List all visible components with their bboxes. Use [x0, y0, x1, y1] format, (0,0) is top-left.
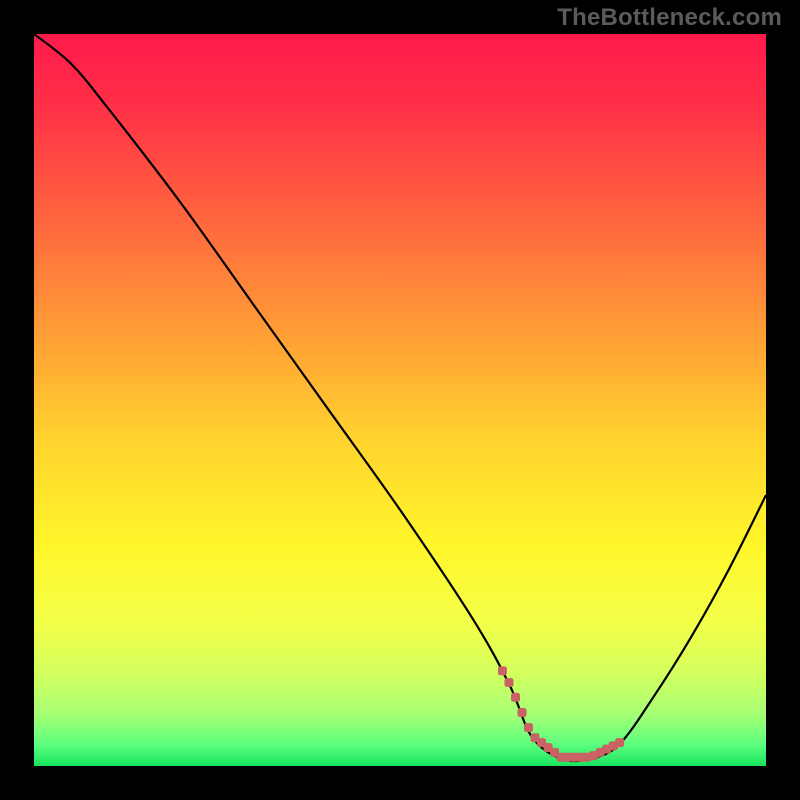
- optimal-dot: [518, 708, 527, 717]
- chart-frame: TheBottleneck.com: [0, 0, 800, 800]
- optimal-dot: [615, 738, 624, 747]
- optimal-dot: [511, 693, 520, 702]
- bottleneck-chart: [0, 0, 800, 800]
- optimal-dot: [498, 666, 507, 675]
- plot-background: [34, 34, 766, 766]
- optimal-dot: [504, 678, 513, 687]
- optimal-dot: [524, 723, 533, 732]
- watermark-text: TheBottleneck.com: [557, 4, 782, 32]
